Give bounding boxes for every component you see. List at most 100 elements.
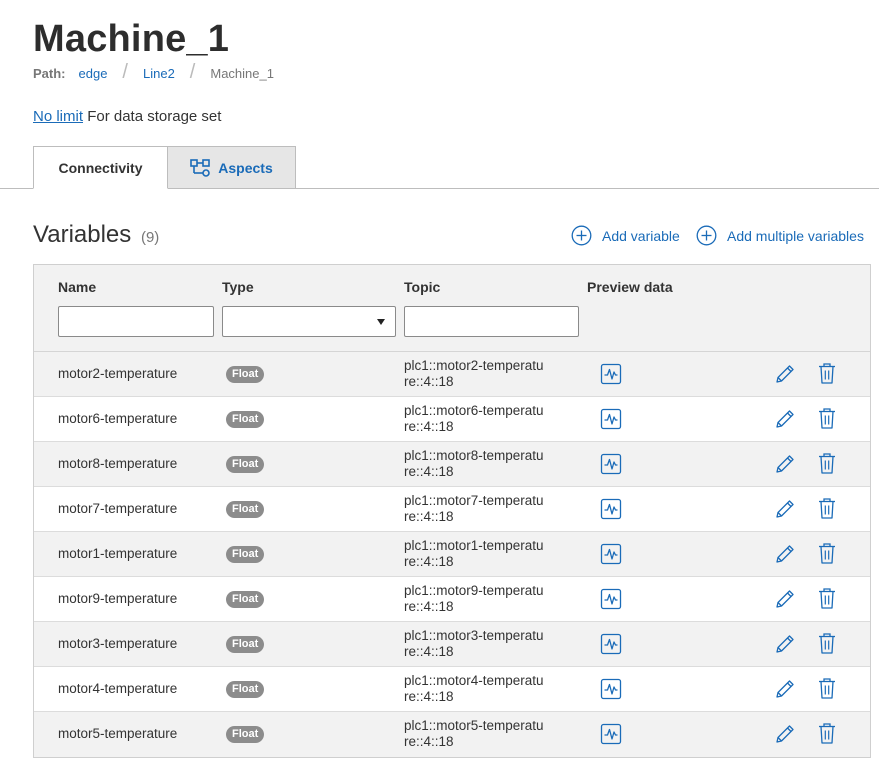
column-header-name[interactable]: Name — [58, 279, 96, 295]
chart-preview-icon — [600, 408, 622, 430]
variable-topic: plc1::motor6-temperature::4::18 — [404, 403, 544, 434]
tab-connectivity[interactable]: Connectivity — [33, 146, 168, 189]
trash-icon — [819, 588, 835, 609]
tab-aspects[interactable]: Aspects — [168, 146, 296, 189]
type-badge: Float — [226, 681, 265, 698]
chart-preview-icon — [600, 543, 622, 565]
chart-preview-icon — [600, 723, 622, 745]
variable-topic: plc1::motor1-temperature::4::18 — [404, 538, 544, 569]
variable-topic: plc1::motor3-temperature::4::18 — [404, 628, 544, 659]
trash-icon — [819, 363, 835, 384]
type-badge: Float — [226, 591, 265, 608]
preview-data-button[interactable] — [600, 588, 622, 615]
chart-preview-icon — [600, 678, 622, 700]
preview-data-button[interactable] — [600, 543, 622, 570]
variable-name: motor1-temperature — [58, 546, 178, 561]
chart-preview-icon — [600, 498, 622, 520]
edit-button[interactable] — [774, 723, 796, 750]
edit-button[interactable] — [774, 408, 796, 435]
pencil-icon — [776, 455, 794, 473]
edit-button[interactable] — [774, 588, 796, 615]
preview-data-button[interactable] — [600, 633, 622, 660]
add-multiple-variables-button[interactable]: Add multiple variables — [696, 225, 864, 246]
pencil-icon — [776, 725, 794, 743]
variable-name: motor3-temperature — [58, 636, 178, 651]
type-badge: Float — [226, 366, 265, 383]
edit-button[interactable] — [774, 678, 796, 705]
preview-data-button[interactable] — [600, 363, 622, 390]
variables-table: Name Type Topic Preview data motor2-temp… — [33, 264, 871, 758]
variable-name: motor8-temperature — [58, 456, 178, 471]
delete-button[interactable] — [817, 722, 837, 750]
column-header-preview: Preview data — [587, 279, 673, 295]
hierarchy-icon — [190, 158, 211, 177]
trash-icon — [819, 543, 835, 564]
variable-name: motor4-temperature — [58, 681, 178, 696]
edit-button[interactable] — [774, 363, 796, 390]
edit-button[interactable] — [774, 543, 796, 570]
add-multiple-label: Add multiple variables — [727, 227, 864, 244]
variable-topic: plc1::motor4-temperature::4::18 — [404, 673, 544, 704]
column-header-topic[interactable]: Topic — [404, 279, 440, 295]
delete-button[interactable] — [817, 677, 837, 705]
preview-data-button[interactable] — [600, 678, 622, 705]
breadcrumb-edge[interactable]: edge — [79, 66, 108, 81]
table-row: motor7-temperature Float plc1::motor7-te… — [34, 487, 870, 532]
variable-name: motor9-temperature — [58, 591, 178, 606]
trash-icon — [819, 723, 835, 744]
storage-limit-link[interactable]: No limit — [33, 108, 83, 125]
preview-data-button[interactable] — [600, 408, 622, 435]
preview-data-button[interactable] — [600, 723, 622, 750]
preview-data-button[interactable] — [600, 453, 622, 480]
delete-button[interactable] — [817, 587, 837, 615]
trash-icon — [819, 633, 835, 654]
variable-topic: plc1::motor5-temperature::4::18 — [404, 718, 544, 749]
pencil-icon — [776, 410, 794, 428]
breadcrumb-line2[interactable]: Line2 — [143, 66, 175, 81]
delete-button[interactable] — [817, 632, 837, 660]
variable-name: motor6-temperature — [58, 411, 178, 426]
plus-circle-icon — [696, 225, 717, 246]
pencil-icon — [776, 365, 794, 383]
table-row: motor9-temperature Float plc1::motor9-te… — [34, 577, 870, 622]
type-filter-select[interactable] — [222, 306, 396, 337]
variables-heading: Variables (9) — [33, 221, 159, 249]
type-badge: Float — [226, 726, 265, 743]
preview-data-button[interactable] — [600, 498, 622, 525]
delete-button[interactable] — [817, 407, 837, 435]
delete-button[interactable] — [817, 542, 837, 570]
pencil-icon — [776, 545, 794, 563]
delete-button[interactable] — [817, 497, 837, 525]
delete-button[interactable] — [817, 452, 837, 480]
type-badge: Float — [226, 546, 265, 563]
breadcrumb-separator: / — [189, 61, 196, 83]
type-badge: Float — [226, 456, 265, 473]
table-header: Name Type Topic Preview data — [34, 265, 870, 352]
breadcrumb: Path: edge / Line2 / Machine_1 — [33, 61, 274, 83]
pencil-icon — [776, 500, 794, 518]
table-row: motor2-temperature Float plc1::motor2-te… — [34, 352, 870, 397]
variable-topic: plc1::motor9-temperature::4::18 — [404, 583, 544, 614]
topic-filter-input[interactable] — [404, 306, 579, 337]
path-label: Path: — [33, 66, 66, 81]
edit-button[interactable] — [774, 633, 796, 660]
pencil-icon — [776, 680, 794, 698]
variables-count: (9) — [140, 229, 160, 246]
trash-icon — [819, 453, 835, 474]
pencil-icon — [776, 635, 794, 653]
table-row: motor6-temperature Float plc1::motor6-te… — [34, 397, 870, 442]
table-row: motor5-temperature Float plc1::motor5-te… — [34, 712, 870, 757]
storage-text: For data storage set — [87, 108, 222, 125]
edit-button[interactable] — [774, 453, 796, 480]
plus-circle-icon — [571, 225, 592, 246]
add-variable-button[interactable]: Add variable — [571, 225, 680, 246]
delete-button[interactable] — [817, 362, 837, 390]
variable-topic: plc1::motor8-temperature::4::18 — [404, 448, 544, 479]
table-row: motor1-temperature Float plc1::motor1-te… — [34, 532, 870, 577]
type-badge: Float — [226, 636, 265, 653]
column-header-type[interactable]: Type — [222, 279, 254, 295]
page-title: Machine_1 — [33, 18, 230, 60]
caret-down-icon — [377, 319, 385, 325]
edit-button[interactable] — [774, 498, 796, 525]
name-filter-input[interactable] — [58, 306, 214, 337]
